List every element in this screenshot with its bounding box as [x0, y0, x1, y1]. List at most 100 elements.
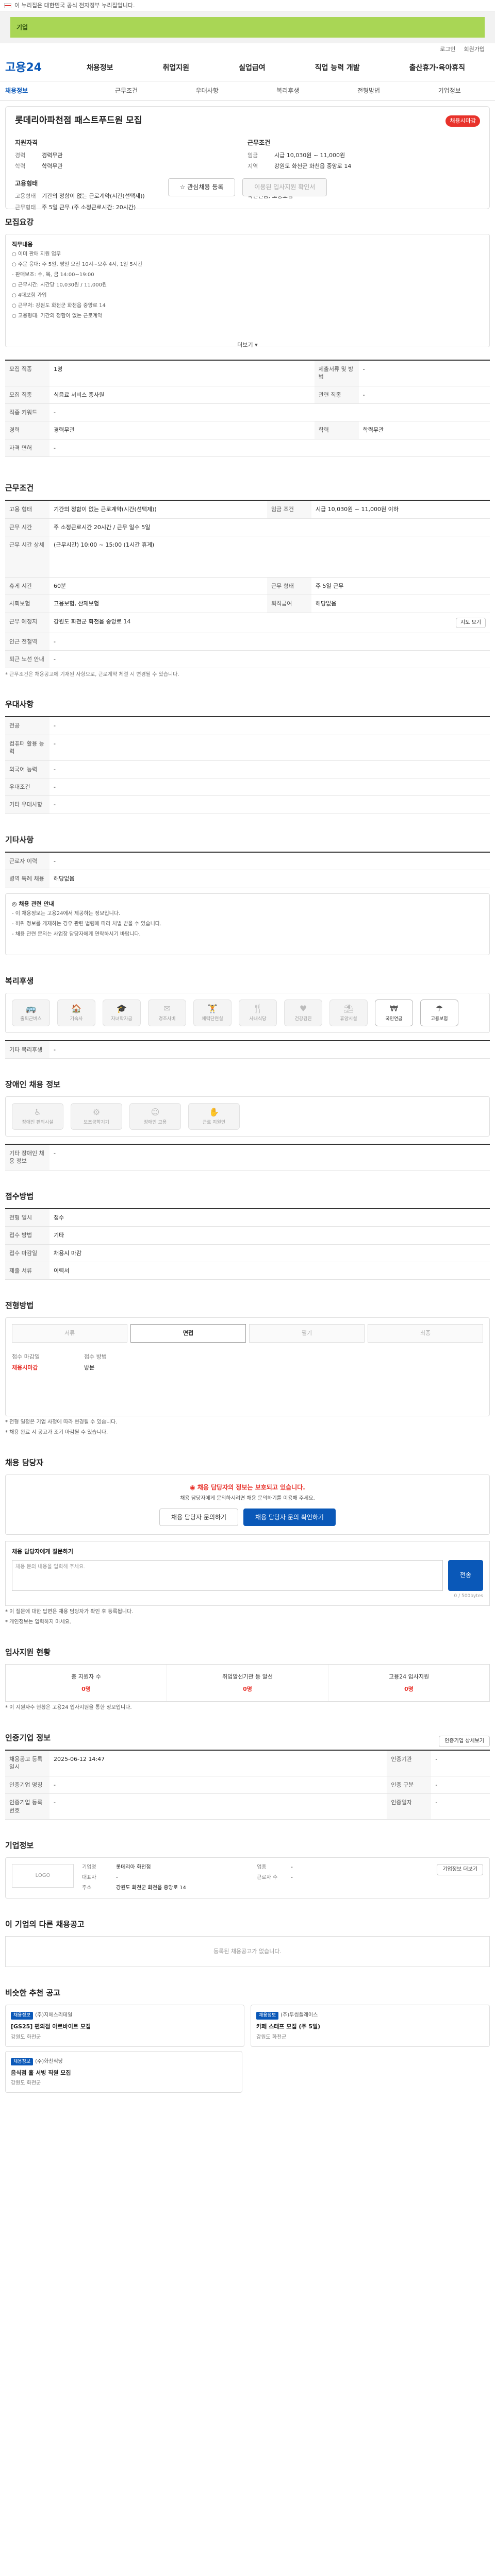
welfare-item-label: 자녀학자금 [111, 1016, 133, 1022]
welfare-item-label: 고용보험 [431, 1016, 448, 1022]
etc-table: 근로자 이력 - 병역 특례 채용 해당없음 [5, 851, 490, 888]
deadline-badge: 채용시마감 [446, 115, 480, 127]
notice-line: - 이 채용정보는 고용24에서 제공하는 정보입니다. [12, 911, 121, 917]
table-cell: - [50, 760, 490, 779]
table-header-cell: 접수 방법 [5, 1226, 50, 1245]
table-row: 모집 직종 식음료 서비스 종사원 관련 직종 - [5, 386, 490, 404]
corp-more-button[interactable]: 기업정보 더보기 [437, 1864, 483, 1876]
welfare-item: 🍴 사내식당 [239, 999, 277, 1026]
apply-table: 전형 일시 접수 접수 방법 기타 접수 마감일 채용시 마감 제출 서류 이력서 [5, 1208, 490, 1280]
disability-item: ✋ 근로 지원인 [188, 1103, 240, 1130]
table-row: 기타 우대사항 - [5, 795, 490, 814]
table-cell: 해당없음 [50, 870, 490, 888]
signup-link[interactable]: 회원가입 [464, 45, 485, 53]
recommend-card[interactable]: 채용정보 (주)투썸플레이스 카페 스태프 모집 (주 5일) 강원도 화천군 [251, 2005, 490, 2047]
alert-title: ◉ 채용 담당자의 정보는 보호되고 있습니다. [190, 1483, 305, 1491]
stat-item: 취업알선기관 등 알선 0명 [167, 1665, 328, 1702]
tab-welfare[interactable]: 복리후생 [248, 87, 328, 95]
table-cell: - [431, 1793, 490, 1820]
process-box: 서류 면접 필기 최종 접수 마감일 채용시마감 접수 방법 방문 [5, 1317, 490, 1416]
table-header-cell: 근무 형태 [267, 577, 311, 596]
table-header-cell: 사회보험 [5, 595, 50, 613]
info-heading: 인증기업 정보 [5, 1733, 51, 1743]
tab-company[interactable]: 기업정보 [409, 87, 490, 95]
corp-value: - [291, 1875, 293, 1881]
welfare-item-label: 출퇴근버스 [20, 1016, 42, 1022]
card-location: 강원도 화천군 [11, 2034, 41, 2040]
recommend-list: 채용정보 (주)화천식당 음식점 홀 서빙 직원 모집 강원도 화천군 [5, 2050, 490, 2093]
recruit-desc: 직무내용 ○ 이미 판매 지원 업무 ○ 주문 응대: 주 5일, 평일 오전 … [5, 233, 490, 349]
gnb-menu: 채용정보 취업지원 실업급여 직업 능력 개발 출산휴가·육아휴직 [62, 63, 490, 74]
tab-process[interactable]: 전형방법 [328, 87, 409, 95]
inquiry-button[interactable]: 채용 담당자 문의하기 [159, 1508, 239, 1527]
map-button[interactable]: 지도 보기 [456, 617, 486, 628]
gnb-item-unemployment[interactable]: 실업급여 [239, 63, 266, 74]
inquiry-check-button[interactable]: 채용 담당자 문의 확인하기 [243, 1508, 336, 1527]
table-header-cell: 고용 형태 [5, 500, 50, 519]
helper-icon: ✋ [209, 1107, 219, 1117]
table-header-cell: 기타 복리후생 [5, 1040, 50, 1059]
welfare-item: ✉ 경조사비 [148, 999, 186, 1026]
inquiry-textarea[interactable]: 채용 문의 내용을 입력해 주세요. [12, 1560, 443, 1591]
corp-key: 기업명 [82, 1865, 96, 1871]
card-tag: 채용정보 [11, 2012, 34, 2020]
tab-condition[interactable]: 근무조건 [86, 87, 167, 95]
gnb-item-jobs[interactable]: 채용정보 [87, 63, 113, 74]
kv-key: 접수 방법 [84, 1353, 107, 1360]
disability-icons: ♿ 장애인 편의시설 ⚙ 보조공학기기 ☺ 장애인 고용 ✋ 근로 지원인 [5, 1096, 490, 1137]
kv-key: 임금 [248, 151, 258, 159]
welfare-item-label: 체력단련실 [202, 1016, 223, 1022]
welfare-item: 🏋 체력단련실 [193, 999, 232, 1026]
cert-detail-button[interactable]: 인증기업 상세보기 [439, 1735, 490, 1747]
table-cell: - [50, 403, 490, 422]
inquiry-note: * 개인정보는 입력하지 마세요. [5, 1619, 72, 1625]
stat-value: 0명 [243, 1685, 252, 1692]
gnb-item-leave[interactable]: 출산휴가·육아휴직 [409, 63, 465, 74]
disability-item-label: 장애인 편의시설 [22, 1120, 54, 1126]
corp-value: 롯데리아 화천점 [116, 1865, 151, 1871]
bookmark-button[interactable]: ☆ 관심채용 등록 [168, 178, 236, 196]
byte-counter: 0 / 500bytes [454, 1593, 483, 1599]
more-button[interactable]: 더보기 ▾ [12, 341, 483, 349]
recommend-card[interactable]: 채용정보 (주)지에스리테일 [GS25] 편의점 아르바이트 모집강원도 화천군 [5, 2005, 244, 2047]
table-header-cell: 근로자 이력 [5, 852, 50, 871]
gnb-item-support[interactable]: 취업지원 [163, 63, 190, 74]
flag-icon [4, 3, 11, 8]
process-step: 필기 [249, 1324, 365, 1343]
site-logo[interactable]: 고용24 [5, 60, 62, 76]
table-row: 병역 특례 채용 해당없음 [5, 870, 490, 888]
welfare-item: ♥ 건강검진 [284, 999, 322, 1026]
recruit-heading: 모집요강 [5, 217, 34, 227]
dorm-icon: 🏠 [71, 1003, 81, 1013]
table-row: 외국어 능력 - [5, 760, 490, 779]
table-row: 기타 장애인 채용 정보 - [5, 1144, 490, 1171]
table-row: 인증기업 등록번호 - 인증일자 - [5, 1793, 490, 1820]
card-location: 강원도 화천군 [256, 2034, 287, 2040]
ad-banner-inner[interactable]: 기업 [10, 17, 485, 38]
table-cell: - [50, 650, 490, 669]
table-header-cell: 모집 직종 [5, 386, 50, 404]
kv-value: 학력무관 [42, 162, 63, 170]
table-header-cell: 인증기관 [387, 1750, 432, 1776]
table-row: 인근 전철역 - [5, 633, 490, 651]
send-button[interactable]: 전송 [448, 1560, 483, 1591]
card-company: (주)지에스리테일 [35, 2012, 73, 2019]
table-header-cell: 인증 구분 [387, 1776, 432, 1794]
global-nav: 고용24 채용정보 취업지원 실업급여 직업 능력 개발 출산휴가·육아휴직 [0, 56, 495, 81]
kv-value: 강원도 화천군 화천읍 중앙로 14 [274, 162, 352, 170]
table-header-cell: 접수 마감일 [5, 1244, 50, 1262]
gnb-item-training[interactable]: 직업 능력 개발 [315, 63, 360, 74]
table-header-cell: 자격 면허 [5, 439, 50, 457]
table-row: 경력 경력무관 학력 학력무관 [5, 421, 490, 439]
table-header-cell: 전공 [5, 717, 50, 735]
recommend-card[interactable]: 채용정보 (주)화천식당 음식점 홀 서빙 직원 모집 강원도 화천군 [5, 2050, 242, 2093]
fork-icon: 🍴 [253, 1003, 263, 1013]
card-title: [GS25] 편의점 아르바이트 모집 [11, 2023, 91, 2030]
tab-recruit[interactable]: 채용정보 [5, 87, 86, 95]
tab-preference[interactable]: 우대사항 [167, 87, 248, 95]
login-link[interactable]: 로그인 [440, 45, 455, 53]
table-cell: - [50, 439, 490, 457]
stat-value: 0명 [81, 1685, 91, 1692]
process-step: 서류 [12, 1324, 127, 1343]
corp-key: 업종 [257, 1865, 267, 1871]
